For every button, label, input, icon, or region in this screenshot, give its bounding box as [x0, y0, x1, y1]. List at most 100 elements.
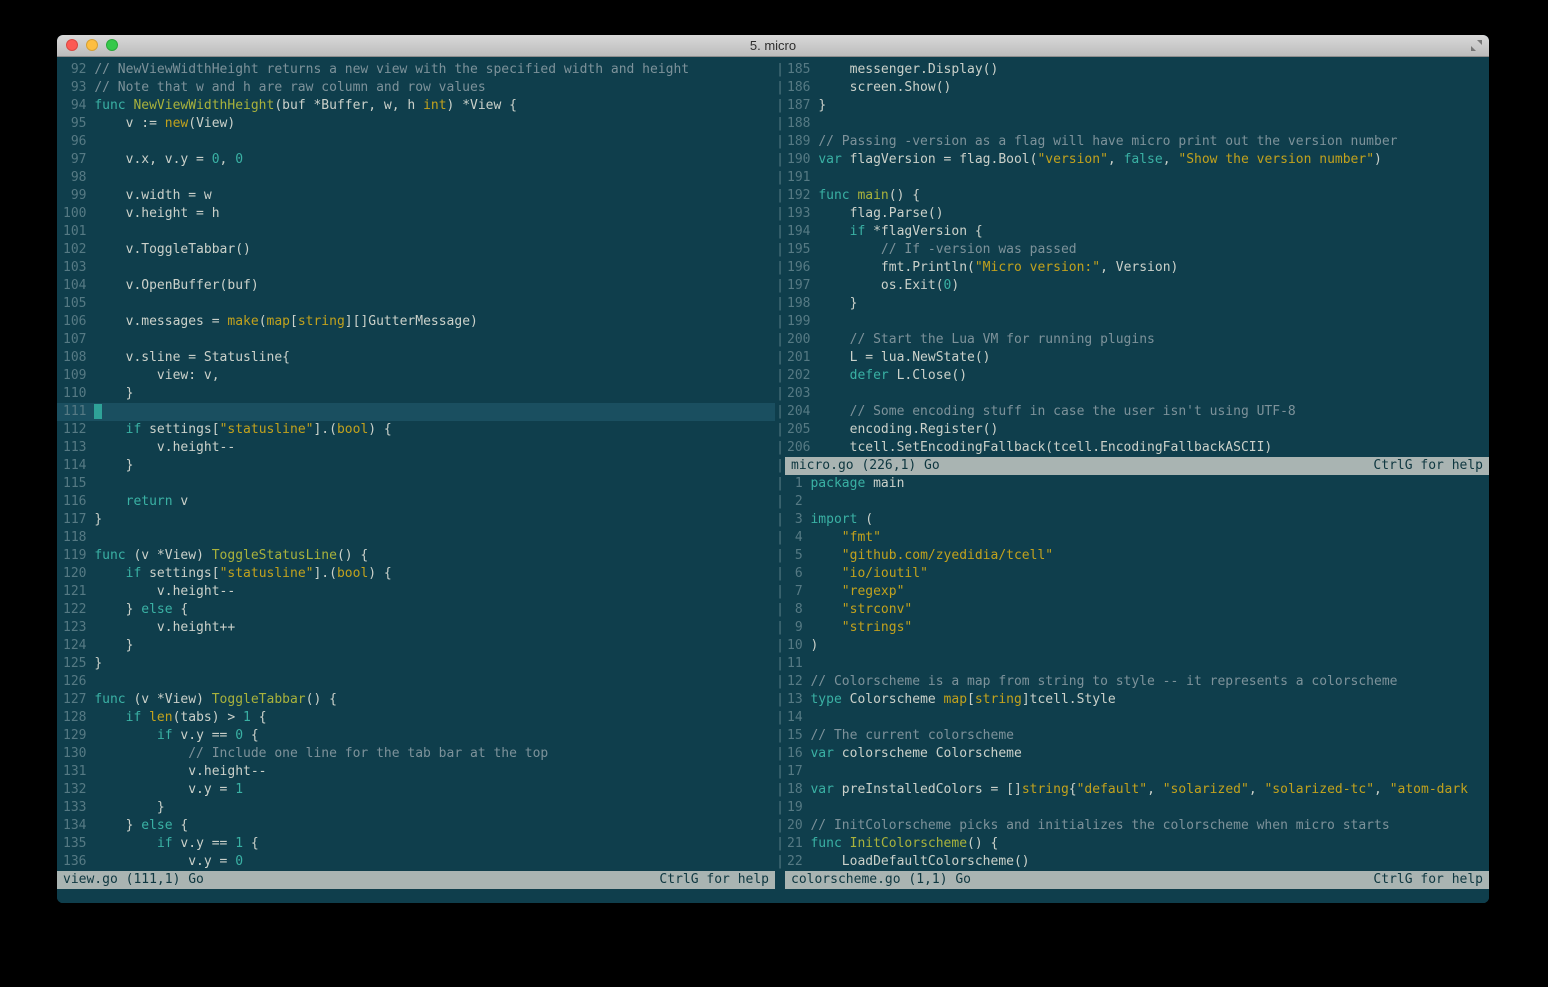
- code-row[interactable]: 4 "fmt": [785, 529, 1489, 547]
- code-row[interactable]: 9 "strings": [785, 619, 1489, 637]
- code-row[interactable]: 206 tcell.SetEncodingFallback(tcell.Enco…: [785, 439, 1489, 457]
- code-row[interactable]: 195 // If -version was passed: [785, 241, 1489, 259]
- code-row[interactable]: 186 screen.Show(): [785, 79, 1489, 97]
- code-row[interactable]: 20 // InitColorscheme picks and initiali…: [785, 817, 1489, 835]
- code-row[interactable]: 119 func (v *View) ToggleStatusLine() {: [57, 547, 775, 565]
- code-row[interactable]: 112 if settings["statusline"].(bool) {: [57, 421, 775, 439]
- code-row[interactable]: 192 func main() {: [785, 187, 1489, 205]
- code-row[interactable]: 108 v.sline = Statusline{: [57, 349, 775, 367]
- code-row[interactable]: 100 v.height = h: [57, 205, 775, 223]
- editor-pane-micro-go[interactable]: 185 messenger.Display()186 screen.Show()…: [785, 61, 1489, 457]
- code-row[interactable]: 134 } else {: [57, 817, 775, 835]
- code-row[interactable]: 190 var flagVersion = flag.Bool("version…: [785, 151, 1489, 169]
- code-row[interactable]: 196 fmt.Println("Micro version:", Versio…: [785, 259, 1489, 277]
- code-row[interactable]: 125 }: [57, 655, 775, 673]
- code-row[interactable]: 115: [57, 475, 775, 493]
- code-row[interactable]: 193 flag.Parse(): [785, 205, 1489, 223]
- split-divider[interactable]: | | | | | | | | | | | | | | | | | | | | …: [775, 61, 785, 871]
- code-row[interactable]: 98: [57, 169, 775, 187]
- code-row[interactable]: 6 "io/ioutil": [785, 565, 1489, 583]
- editor-pane-view-go[interactable]: 92 // NewViewWidthHeight returns a new v…: [57, 61, 775, 871]
- code-row[interactable]: 130 // Include one line for the tab bar …: [57, 745, 775, 763]
- code-row[interactable]: 189 // Passing -version as a flag will h…: [785, 133, 1489, 151]
- code-row[interactable]: 109 view: v,: [57, 367, 775, 385]
- code-row[interactable]: 21 func InitColorscheme() {: [785, 835, 1489, 853]
- code-row[interactable]: 124 }: [57, 637, 775, 655]
- code-row[interactable]: 117 }: [57, 511, 775, 529]
- code-row[interactable]: 2: [785, 493, 1489, 511]
- window-titlebar[interactable]: 5. micro: [57, 35, 1489, 57]
- code-row[interactable]: 118: [57, 529, 775, 547]
- code-token: v.messages =: [94, 314, 227, 329]
- code-row[interactable]: 203: [785, 385, 1489, 403]
- code-row[interactable]: 105: [57, 295, 775, 313]
- code-row[interactable]: 19: [785, 799, 1489, 817]
- code-row[interactable]: 126: [57, 673, 775, 691]
- code-row[interactable]: 14: [785, 709, 1489, 727]
- code-row[interactable]: 7 "regexp": [785, 583, 1489, 601]
- code-row[interactable]: 11: [785, 655, 1489, 673]
- code-row[interactable]: 197 os.Exit(0): [785, 277, 1489, 295]
- code-row[interactable]: 18 var preInstalledColors = []string{"de…: [785, 781, 1489, 799]
- code-row[interactable]: 5 "github.com/zyedidia/tcell": [785, 547, 1489, 565]
- code-row[interactable]: 204 // Some encoding stuff in case the u…: [785, 403, 1489, 421]
- code-row[interactable]: 127 func (v *View) ToggleTabbar() {: [57, 691, 775, 709]
- code-row[interactable]: 121 v.height--: [57, 583, 775, 601]
- code-row[interactable]: 185 messenger.Display(): [785, 61, 1489, 79]
- code-row[interactable]: 93 // Note that w and h are raw column a…: [57, 79, 775, 97]
- code-row[interactable]: 92 // NewViewWidthHeight returns a new v…: [57, 61, 775, 79]
- code-token: // The current colorscheme: [810, 728, 1014, 743]
- code-row[interactable]: 110 }: [57, 385, 775, 403]
- close-button[interactable]: [66, 39, 78, 51]
- code-row[interactable]: 200 // Start the Lua VM for running plug…: [785, 331, 1489, 349]
- editor-pane-colorscheme-go[interactable]: 1 package main 2 3 import ( 4 "fmt" 5 "g…: [785, 475, 1489, 871]
- code-row[interactable]: 122 } else {: [57, 601, 775, 619]
- code-row[interactable]: 8 "strconv": [785, 601, 1489, 619]
- code-row[interactable]: 133 }: [57, 799, 775, 817]
- code-row[interactable]: 107: [57, 331, 775, 349]
- code-row[interactable]: 13 type Colorscheme map[string]tcell.Sty…: [785, 691, 1489, 709]
- code-row[interactable]: 135 if v.y == 1 {: [57, 835, 775, 853]
- minimize-button[interactable]: [86, 39, 98, 51]
- code-row[interactable]: 198 }: [785, 295, 1489, 313]
- code-row[interactable]: 12 // Colorscheme is a map from string t…: [785, 673, 1489, 691]
- code-row[interactable]: 97 v.x, v.y = 0, 0: [57, 151, 775, 169]
- code-row[interactable]: 205 encoding.Register(): [785, 421, 1489, 439]
- code-row[interactable]: 202 defer L.Close(): [785, 367, 1489, 385]
- code-row[interactable]: 16 var colorscheme Colorscheme: [785, 745, 1489, 763]
- code-row[interactable]: 132 v.y = 1: [57, 781, 775, 799]
- code-row[interactable]: 120 if settings["statusline"].(bool) {: [57, 565, 775, 583]
- code-row[interactable]: 106 v.messages = make(map[string][]Gutte…: [57, 313, 775, 331]
- code-row[interactable]: 113 v.height--: [57, 439, 775, 457]
- code-row[interactable]: 116 return v: [57, 493, 775, 511]
- code-row[interactable]: 95 v := new(View): [57, 115, 775, 133]
- code-row[interactable]: 123 v.height++: [57, 619, 775, 637]
- code-row[interactable]: 191: [785, 169, 1489, 187]
- code-row[interactable]: 187 }: [785, 97, 1489, 115]
- code-row[interactable]: 22 LoadDefaultColorscheme(): [785, 853, 1489, 871]
- code-row[interactable]: 103: [57, 259, 775, 277]
- code-row[interactable]: 194 if *flagVersion {: [785, 223, 1489, 241]
- code-row[interactable]: 17: [785, 763, 1489, 781]
- code-row[interactable]: 99 v.width = w: [57, 187, 775, 205]
- zoom-button[interactable]: [106, 39, 118, 51]
- code-row[interactable]: 128 if len(tabs) > 1 {: [57, 709, 775, 727]
- code-row[interactable]: 111: [57, 403, 775, 421]
- code-row[interactable]: 199: [785, 313, 1489, 331]
- code-row[interactable]: 201 L = lua.NewState(): [785, 349, 1489, 367]
- code-row[interactable]: 1 package main: [785, 475, 1489, 493]
- code-row[interactable]: 129 if v.y == 0 {: [57, 727, 775, 745]
- resize-icon[interactable]: [1470, 39, 1483, 52]
- code-row[interactable]: 102 v.ToggleTabbar(): [57, 241, 775, 259]
- code-row[interactable]: 15 // The current colorscheme: [785, 727, 1489, 745]
- code-row[interactable]: 188: [785, 115, 1489, 133]
- code-row[interactable]: 101: [57, 223, 775, 241]
- code-row[interactable]: 131 v.height--: [57, 763, 775, 781]
- code-row[interactable]: 114 }: [57, 457, 775, 475]
- code-row[interactable]: 136 v.y = 0: [57, 853, 775, 871]
- code-row[interactable]: 104 v.OpenBuffer(buf): [57, 277, 775, 295]
- code-row[interactable]: 3 import (: [785, 511, 1489, 529]
- code-row[interactable]: 10 ): [785, 637, 1489, 655]
- code-row[interactable]: 96: [57, 133, 775, 151]
- code-row[interactable]: 94 func NewViewWidthHeight(buf *Buffer, …: [57, 97, 775, 115]
